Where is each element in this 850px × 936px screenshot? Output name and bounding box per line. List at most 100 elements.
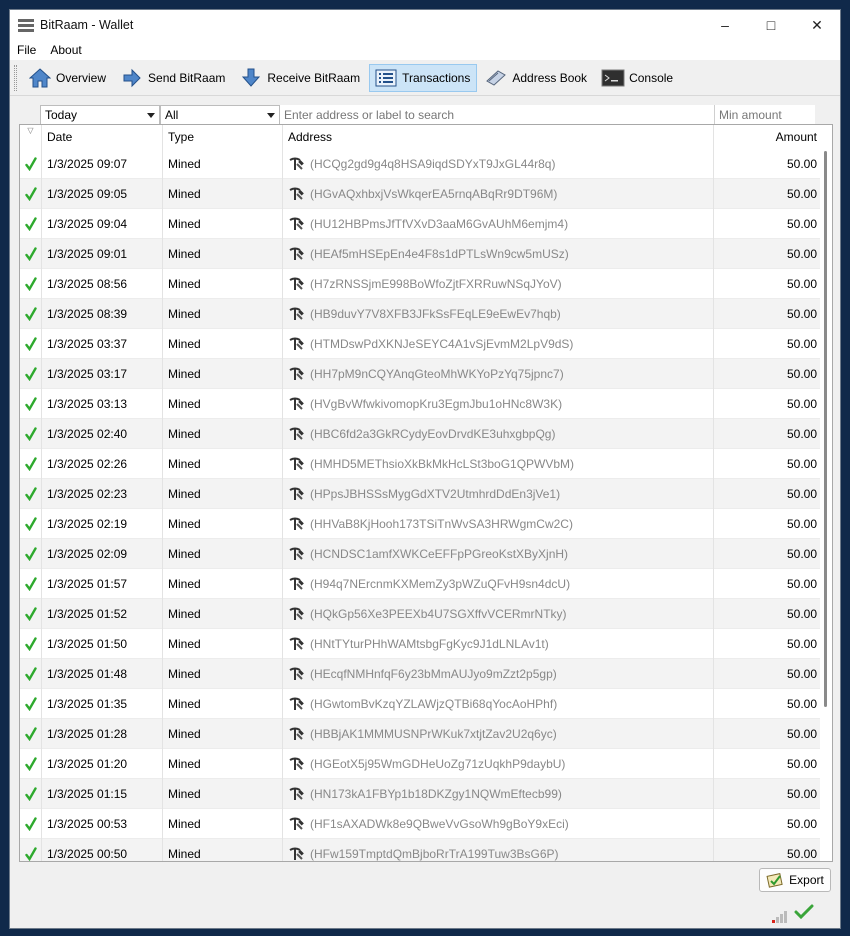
date-cell: 1/3/2025 01:20 — [42, 749, 163, 779]
console-button[interactable]: Console — [596, 64, 680, 92]
pickaxe-hammer-icon — [288, 727, 304, 741]
pickaxe-hammer-icon — [288, 427, 304, 441]
table-row[interactable]: 1/3/2025 01:57 Mined (H94q7NErcnmKXMemZy3p… — [20, 569, 820, 599]
receive-button[interactable]: Receive BitRaam — [234, 64, 367, 92]
date-filter-select[interactable]: Today — [40, 105, 160, 125]
amount-cell: 50.00 — [786, 337, 817, 351]
table-row[interactable]: 1/3/2025 00:53 Mined (HF1sAXADWk8e9QBweVvG… — [20, 809, 820, 839]
date-cell: 1/3/2025 03:37 — [42, 329, 163, 359]
date-cell: 1/3/2025 01:52 — [42, 599, 163, 629]
date-cell: 1/3/2025 08:56 — [42, 269, 163, 299]
chevron-down-icon — [267, 113, 275, 118]
address-cell: (HGvAQxhbxjVsWkqerEA5rnqABqRr9DT96M) — [283, 179, 714, 209]
amount-cell: 50.00 — [786, 277, 817, 291]
table-row[interactable]: 1/3/2025 02:09 Mined (HCNDSC1amfXWKCeEFFpP… — [20, 539, 820, 569]
pickaxe-hammer-icon — [288, 607, 304, 621]
date-cell: 1/3/2025 01:15 — [42, 779, 163, 809]
transactions-label: Transactions — [402, 70, 471, 85]
checkmark-icon — [20, 659, 42, 689]
table-row[interactable]: 1/3/2025 01:28 Mined (HBBjAK1MMMUSNPrWKuk7… — [20, 719, 820, 749]
chevron-down-icon — [147, 113, 155, 118]
export-button[interactable]: Export — [759, 868, 831, 892]
table-row[interactable]: 1/3/2025 01:20 Mined (HGEotX5j95WmGDHeUoZg… — [20, 749, 820, 779]
address-text: (HB9duvY7V8XFB3JFkSsFEqLE9eEwEv7hqb) — [310, 307, 561, 321]
amount-cell: 50.00 — [786, 367, 817, 381]
date-column-header[interactable]: Date — [42, 125, 163, 149]
menu-file[interactable]: File — [10, 43, 43, 57]
amount-cell: 50.00 — [786, 697, 817, 711]
address-cell: (HB9duvY7V8XFB3JFkSsFEqLE9eEwEv7hqb) — [283, 299, 714, 329]
address-cell: (HGwtomBvKzqYZLAWjzQTBi68qYocAoHPhf) — [283, 689, 714, 719]
date-filter-value: Today — [45, 108, 78, 122]
table-row[interactable]: 1/3/2025 08:56 Mined (H7zRNSSjmE998BoWfoZj… — [20, 269, 820, 299]
toolbar-grip[interactable] — [14, 64, 17, 91]
table-row[interactable]: 1/3/2025 03:13 Mined (HVgBvWfwkivomopKru3E… — [20, 389, 820, 419]
sync-check-icon[interactable] — [794, 904, 814, 923]
pickaxe-hammer-icon — [288, 577, 304, 591]
menu-bar: File About — [10, 40, 840, 60]
type-cell: Mined — [163, 539, 283, 569]
table-row[interactable]: 1/3/2025 00:50 Mined (HFw159TmptdQmBjboRrT… — [20, 839, 820, 861]
table-body: 1/3/2025 09:07 Mined (HCQg2gd9g4q8HSA9iqdS… — [20, 149, 820, 861]
checkmark-icon — [20, 449, 42, 479]
checkmark-icon — [20, 569, 42, 599]
type-cell: Mined — [163, 299, 283, 329]
amount-cell: 50.00 — [786, 727, 817, 741]
table-row[interactable]: 1/3/2025 03:17 Mined (HH7pM9nCQYAnqGteoMhW… — [20, 359, 820, 389]
table-row[interactable]: 1/3/2025 03:37 Mined (HTMDswPdXKNJeSEYC4A1… — [20, 329, 820, 359]
address-book-button[interactable]: Address Book — [479, 64, 594, 92]
checkmark-icon — [20, 419, 42, 449]
scrollbar-thumb[interactable] — [824, 151, 827, 707]
search-placeholder: Enter address or label to search — [284, 107, 455, 122]
type-column-header[interactable]: Type — [163, 125, 283, 149]
search-input[interactable]: Enter address or label to search — [280, 105, 714, 125]
checkmark-icon — [20, 179, 42, 209]
table-row[interactable]: 1/3/2025 09:05 Mined (HGvAQxhbxjVsWkqerEA5… — [20, 179, 820, 209]
table-row[interactable]: 1/3/2025 02:19 Mined (HHVaB8KjHooh173TSiTn… — [20, 509, 820, 539]
table-row[interactable]: 1/3/2025 09:01 Mined (HEAf5mHSEpEn4e4F8s1d… — [20, 239, 820, 269]
type-cell: Mined — [163, 689, 283, 719]
table-row[interactable]: 1/3/2025 01:15 Mined (HN173kA1FBYp1b18DKZg… — [20, 779, 820, 809]
table-row[interactable]: 1/3/2025 02:23 Mined (HPpsJBHSSsMygGdXTV2U… — [20, 479, 820, 509]
title-bar[interactable]: BitRaam - Wallet – □ ✕ — [10, 10, 840, 40]
table-row[interactable]: 1/3/2025 01:52 Mined (HQkGp56Xe3PEEXb4U7SG… — [20, 599, 820, 629]
status-bar — [772, 904, 814, 923]
amount-cell: 50.00 — [786, 757, 817, 771]
address-text: (HVgBvWfwkivomopKru3EgmJbu1oHNc8W3K) — [310, 397, 563, 411]
pickaxe-hammer-icon — [288, 637, 304, 651]
connection-signal-icon[interactable] — [772, 911, 788, 923]
table-row[interactable]: 1/3/2025 02:26 Mined (HMHD5METhsioXkBkMkHc… — [20, 449, 820, 479]
address-cell: (HPpsJBHSSsMygGdXTV2UtmhrdDdEn3jVe1) — [283, 479, 714, 509]
table-row[interactable]: 1/3/2025 02:40 Mined (HBC6fd2a3GkRCydyEovD… — [20, 419, 820, 449]
table-row[interactable]: 1/3/2025 09:04 Mined (HU12HBPmsJfTfVXvD3aa… — [20, 209, 820, 239]
table-row[interactable]: 1/3/2025 09:07 Mined (HCQg2gd9g4q8HSA9iqdS… — [20, 149, 820, 179]
table-row[interactable]: 1/3/2025 01:35 Mined (HGwtomBvKzqYZLAWjzQT… — [20, 689, 820, 719]
vertical-scrollbar[interactable] — [820, 125, 832, 861]
amount-cell: 50.00 — [786, 787, 817, 801]
type-cell: Mined — [163, 359, 283, 389]
date-cell: 1/3/2025 01:57 — [42, 569, 163, 599]
type-cell: Mined — [163, 329, 283, 359]
menu-about[interactable]: About — [43, 43, 88, 57]
table-row[interactable]: 1/3/2025 08:39 Mined (HB9duvY7V8XFB3JFkSsF… — [20, 299, 820, 329]
address-cell: (HCQg2gd9g4q8HSA9iqdSDYxT9JxGL44r8q) — [283, 149, 714, 179]
address-text: (H7zRNSSjmE998BoWfoZjtFXRRuwNSqJYoV) — [310, 277, 562, 291]
table-row[interactable]: 1/3/2025 01:50 Mined (HNtTYturPHhWAMtsbgFg… — [20, 629, 820, 659]
status-column-header[interactable]: ▽ — [20, 125, 42, 149]
address-cell: (HHVaB8KjHooh173TSiTnWvSA3HRWgmCw2C) — [283, 509, 714, 539]
type-cell: Mined — [163, 809, 283, 839]
send-button[interactable]: Send BitRaam — [115, 64, 232, 92]
minimize-button[interactable]: – — [702, 10, 748, 40]
amount-column-header[interactable]: Amount — [714, 125, 820, 149]
type-filter-select[interactable]: All — [160, 105, 280, 125]
pickaxe-hammer-icon — [288, 487, 304, 501]
overview-button[interactable]: Overview — [23, 64, 113, 92]
maximize-button[interactable]: □ — [748, 10, 794, 40]
transactions-button[interactable]: Transactions — [369, 63, 478, 92]
min-amount-input[interactable]: Min amount — [714, 105, 815, 125]
address-column-header[interactable]: Address — [283, 125, 714, 149]
table-row[interactable]: 1/3/2025 01:48 Mined (HEcqfNMHnfqF6y23bMmA… — [20, 659, 820, 689]
close-button[interactable]: ✕ — [794, 10, 840, 40]
pickaxe-hammer-icon — [288, 187, 304, 201]
amount-cell: 50.00 — [786, 457, 817, 471]
